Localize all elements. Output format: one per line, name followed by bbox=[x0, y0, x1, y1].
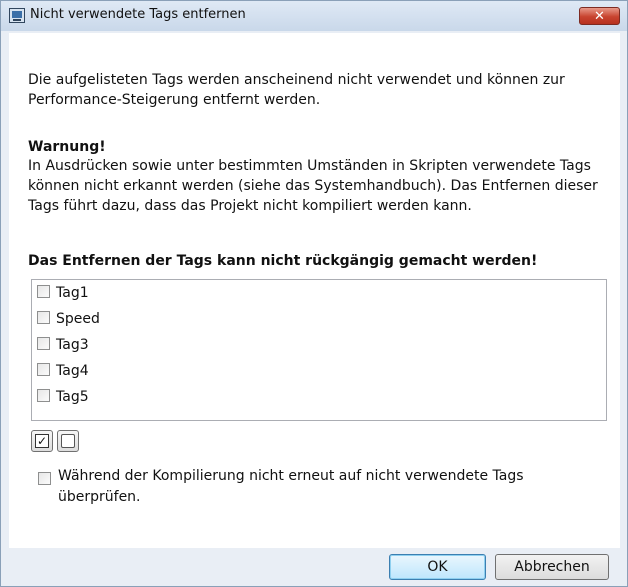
warning-text: In Ausdrücken sowie unter bestimmten Ums… bbox=[28, 158, 598, 214]
checked-box-icon: ✓ bbox=[35, 434, 49, 448]
dialog-body: Die aufgelisteten Tags werden anscheinen… bbox=[9, 33, 620, 548]
warning-heading: Warnung! bbox=[28, 139, 106, 155]
dialog-window: Nicht verwendete Tags entfernen ✕ Die au… bbox=[0, 0, 628, 587]
deselect-all-button[interactable] bbox=[57, 430, 79, 452]
unused-tags-list[interactable]: Tag1 Speed Tag3 Tag4 Tag5 bbox=[31, 279, 607, 421]
irreversible-warning: Das Entfernen der Tags kann nicht rückgä… bbox=[28, 253, 538, 269]
skip-check-checkbox[interactable] bbox=[38, 472, 51, 485]
list-item[interactable]: Tag3 bbox=[37, 335, 89, 355]
title-bar[interactable]: Nicht verwendete Tags entfernen ✕ bbox=[1, 1, 627, 31]
tag-label: Tag1 bbox=[56, 285, 89, 301]
select-all-button[interactable]: ✓ bbox=[31, 430, 53, 452]
dialog-title: Nicht verwendete Tags entfernen bbox=[30, 7, 246, 22]
empty-box-icon bbox=[61, 434, 75, 448]
skip-check-label: Während der Kompilierung nicht erneut au… bbox=[58, 468, 524, 505]
tag-checkbox[interactable] bbox=[37, 310, 50, 324]
close-button[interactable]: ✕ bbox=[579, 7, 620, 25]
list-item[interactable]: Tag1 bbox=[37, 283, 89, 303]
app-window-icon bbox=[9, 8, 25, 23]
list-item[interactable]: Tag5 bbox=[37, 387, 89, 407]
tag-label: Tag5 bbox=[56, 389, 89, 405]
tag-checkbox[interactable] bbox=[37, 388, 50, 402]
ok-button[interactable]: OK bbox=[389, 554, 486, 580]
tag-label: Tag4 bbox=[56, 363, 89, 379]
tag-label: Speed bbox=[56, 311, 100, 327]
cancel-button[interactable]: Abbrechen bbox=[495, 554, 609, 580]
tag-checkbox[interactable] bbox=[37, 336, 50, 350]
close-icon: ✕ bbox=[594, 9, 605, 24]
tag-label: Tag3 bbox=[56, 337, 89, 353]
list-item[interactable]: Tag4 bbox=[37, 361, 89, 381]
tag-checkbox[interactable] bbox=[37, 284, 50, 298]
tag-checkbox[interactable] bbox=[37, 362, 50, 376]
intro-text: Die aufgelisteten Tags werden anscheinen… bbox=[28, 72, 565, 108]
list-item[interactable]: Speed bbox=[37, 309, 100, 329]
